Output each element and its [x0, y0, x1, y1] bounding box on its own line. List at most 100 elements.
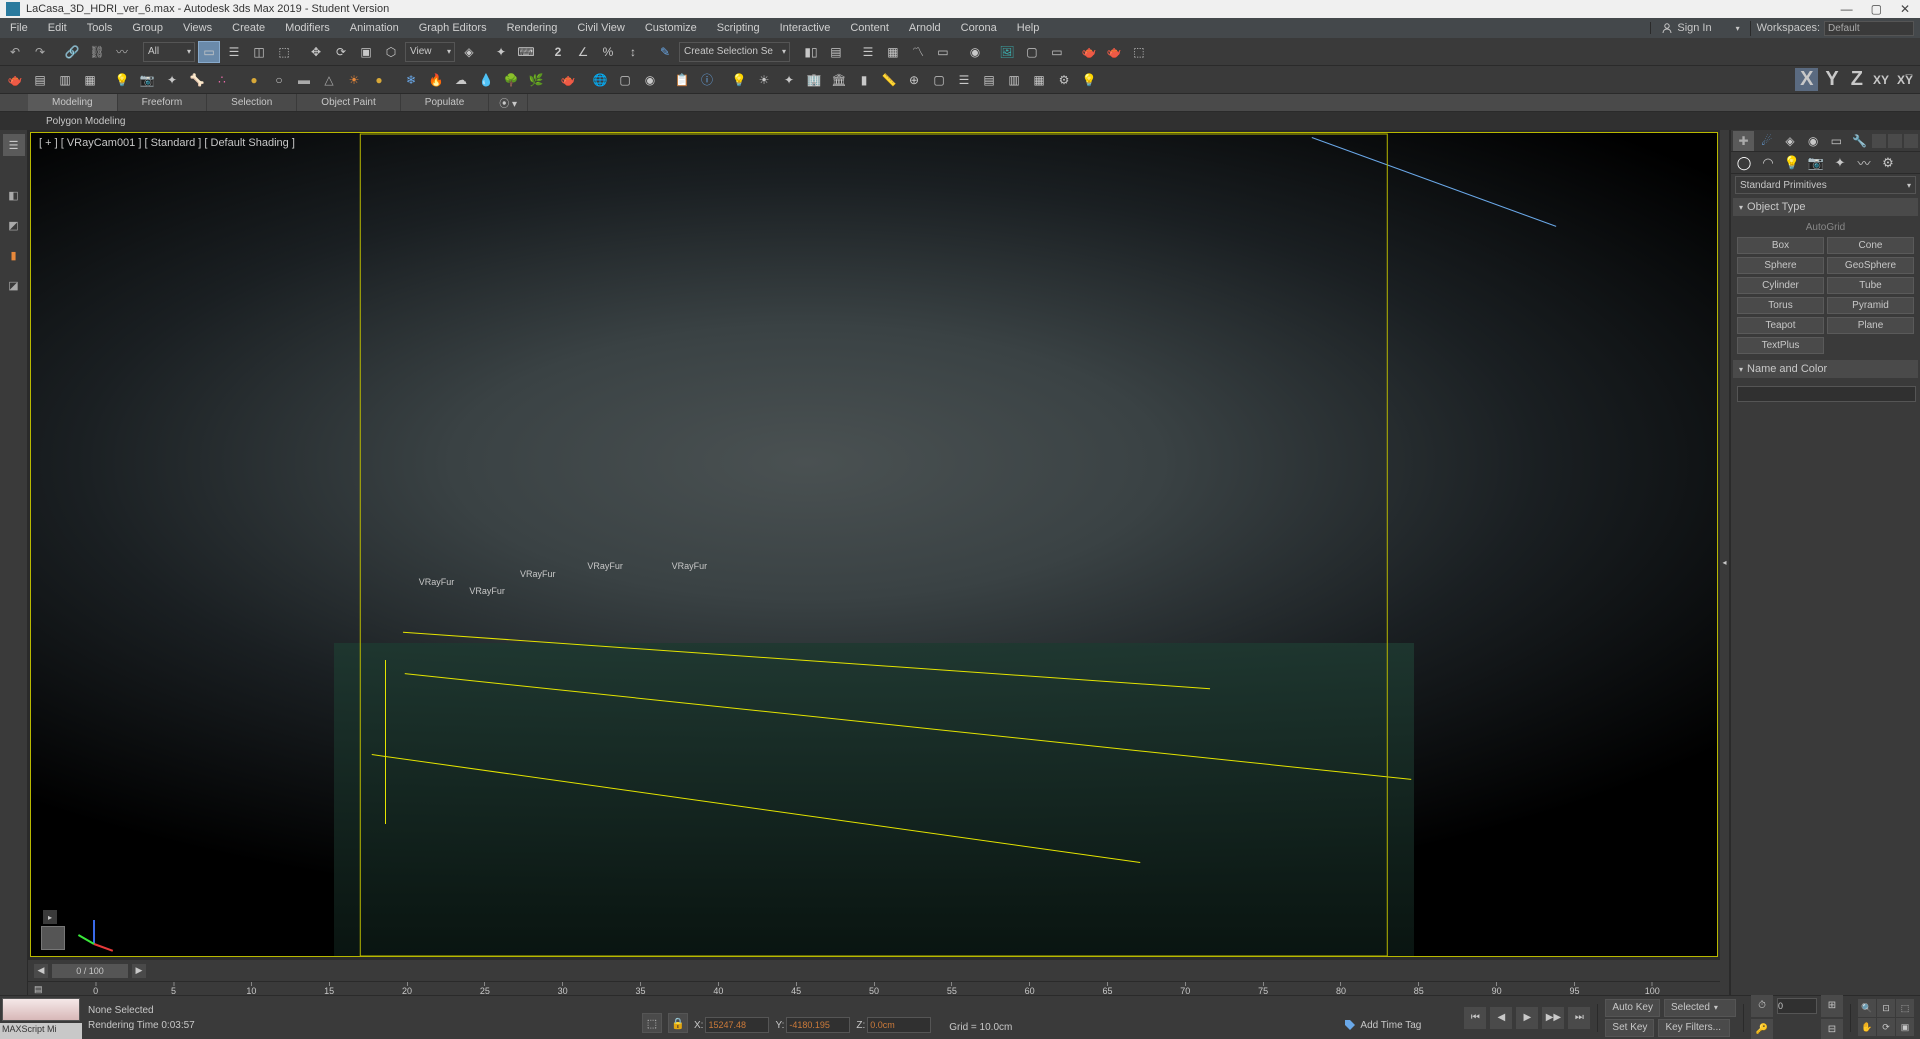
prev-frame-button[interactable]: ◀ [34, 964, 48, 978]
cone-icon[interactable]: △ [318, 69, 340, 91]
panel-icon-2[interactable]: ▥ [54, 69, 76, 91]
stack-icon[interactable]: ☰ [953, 69, 975, 91]
select-object-button[interactable]: ▭ [198, 41, 220, 63]
hierarchy-tab-button[interactable]: ◈ [1779, 131, 1800, 151]
menu-customize[interactable]: Customize [635, 18, 707, 38]
render-prod-button[interactable]: ▭ [1046, 41, 1068, 63]
placement-button[interactable]: ⬡ [380, 41, 402, 63]
menu-graph-editors[interactable]: Graph Editors [409, 18, 497, 38]
sign-in-button[interactable]: Sign In ▾ [1650, 22, 1749, 34]
z-axis-button[interactable]: Z [1846, 68, 1868, 91]
menu-create[interactable]: Create [222, 18, 275, 38]
angle-snap-button[interactable]: ∠ [572, 41, 594, 63]
panel-icon-1[interactable]: ▤ [29, 69, 51, 91]
cmd-tiny-2[interactable] [1888, 134, 1902, 148]
bone-icon[interactable]: 🦴 [186, 69, 208, 91]
menu-animation[interactable]: Animation [340, 18, 409, 38]
z-coord-input[interactable] [867, 1017, 931, 1033]
percent-snap-button[interactable]: % [597, 41, 619, 63]
menu-civil-view[interactable]: Civil View [567, 18, 634, 38]
object-name-input[interactable] [1737, 386, 1916, 402]
geometry-category-button[interactable]: ◯ [1735, 154, 1753, 172]
menu-content[interactable]: Content [840, 18, 899, 38]
sun2-icon[interactable]: ✦ [778, 69, 800, 91]
info-icon[interactable]: ⓘ [696, 69, 718, 91]
xy-plane-button[interactable]: XY [1870, 73, 1892, 87]
teapot2-icon[interactable]: 🫖 [557, 69, 579, 91]
play-button[interactable]: ▶ [1516, 1007, 1538, 1029]
systems-category-button[interactable]: ⚙ [1879, 154, 1897, 172]
lightbulb2-icon[interactable]: 💡 [728, 69, 750, 91]
spinner-snap-button[interactable]: ↕ [622, 41, 644, 63]
menu-help[interactable]: Help [1007, 18, 1050, 38]
schematic-view-button[interactable]: ▭ [932, 41, 954, 63]
menu-file[interactable]: File [0, 18, 38, 38]
create-box-button[interactable]: Box [1737, 237, 1824, 254]
status-color-swatch[interactable] [2, 998, 80, 1021]
align-button[interactable]: ▤ [825, 41, 847, 63]
ribbon-panel-polygon-modeling[interactable]: Polygon Modeling [28, 116, 144, 127]
rotate-button[interactable]: ⟳ [330, 41, 352, 63]
use-pivot-center-button[interactable]: ◈ [458, 41, 480, 63]
menu-modifiers[interactable]: Modifiers [275, 18, 340, 38]
box-icon[interactable]: ▢ [614, 69, 636, 91]
ribbon-tab-freeform[interactable]: Freeform [118, 94, 208, 111]
mirror-button[interactable]: ▮▯ [800, 41, 822, 63]
create-torus-button[interactable]: Torus [1737, 297, 1824, 314]
viewport-label[interactable]: [ + ] [ VRayCam001 ] [ Standard ] [ Defa… [39, 137, 295, 149]
sphere-white-icon[interactable]: ○ [268, 69, 290, 91]
ref-coord-dropdown[interactable]: View [405, 42, 455, 62]
cylinder-icon[interactable]: ▬ [293, 69, 315, 91]
xy2-plane-button[interactable]: XY̅ [1894, 73, 1916, 87]
window-crossing-button[interactable]: ⬚ [273, 41, 295, 63]
time-ruler[interactable]: ▤ 0 5 10 15 20 25 30 35 40 45 50 55 60 6… [28, 981, 1720, 995]
pan-button[interactable]: ✋ [1858, 1018, 1876, 1036]
settings-icon[interactable]: ⚙ [1053, 69, 1075, 91]
undo-button[interactable]: ↶ [4, 41, 26, 63]
atmosphere-icon[interactable]: ☁ [450, 69, 472, 91]
x-axis-button[interactable]: X [1795, 68, 1818, 91]
menu-interactive[interactable]: Interactive [770, 18, 841, 38]
y-axis-button[interactable]: Y [1820, 68, 1843, 91]
create-teapot-button[interactable]: Teapot [1737, 317, 1824, 334]
clipboard-icon[interactable]: 📋 [671, 69, 693, 91]
goto-start-button[interactable]: ⏮ [1464, 1007, 1486, 1029]
named-selection-dropdown[interactable]: Create Selection Se [679, 42, 790, 62]
toggle-layer-explorer-button[interactable]: ☰ [857, 41, 879, 63]
orbit-button[interactable]: ⟳ [1877, 1018, 1895, 1036]
time-slider-track[interactable] [148, 967, 1716, 975]
set-key-button[interactable]: Set Key [1605, 1019, 1654, 1037]
curve-editor-button[interactable]: 〽 [907, 41, 929, 63]
goto-end-button[interactable]: ⏭ [1568, 1007, 1590, 1029]
add-time-tag-button[interactable]: Add Time Tag [1344, 1017, 1464, 1033]
layer-icon[interactable]: ◧ [3, 184, 25, 206]
multi-icon[interactable]: ◉ [639, 69, 661, 91]
render-setup-button[interactable]: 🖼 [996, 41, 1018, 63]
scene-explorer-toggle-button[interactable]: ☰ [3, 134, 25, 156]
snow-icon[interactable]: ❄ [400, 69, 422, 91]
name-and-color-rollout-header[interactable]: Name and Color [1733, 360, 1918, 378]
bind-spacewarp-button[interactable]: 〰 [111, 41, 133, 63]
object-type-rollout-header[interactable]: Object Type [1733, 198, 1918, 216]
time-config-button[interactable]: ⊞ [1821, 995, 1843, 1017]
time-config-icon[interactable]: ⏱ [1751, 995, 1773, 1017]
grass-icon[interactable]: 🌿 [525, 69, 547, 91]
layers3-icon[interactable]: ▦ [1028, 69, 1050, 91]
render-in-cloud-button[interactable]: ⬚ [1128, 41, 1150, 63]
hide-icon[interactable]: ◪ [3, 274, 25, 296]
fire-icon[interactable]: 🔥 [425, 69, 447, 91]
globe-icon[interactable]: 🌐 [589, 69, 611, 91]
panel-icon-3[interactable]: ▦ [79, 69, 101, 91]
current-frame-input[interactable] [1777, 998, 1817, 1014]
light-lister-icon[interactable]: ☀ [753, 69, 775, 91]
command-panel-expander[interactable]: ◂ [1720, 130, 1730, 995]
create-geosphere-button[interactable]: GeoSphere [1827, 257, 1914, 274]
selection-lock-button[interactable]: 🔒 [668, 1013, 688, 1033]
sun-icon[interactable]: ☀ [343, 69, 365, 91]
menu-group[interactable]: Group [122, 18, 173, 38]
particle-icon[interactable]: ∴ [211, 69, 233, 91]
create-tab-button[interactable]: ✚ [1733, 131, 1754, 151]
prev-key-button[interactable]: ◀ [1490, 1007, 1512, 1029]
menu-views[interactable]: Views [173, 18, 222, 38]
menu-scripting[interactable]: Scripting [707, 18, 770, 38]
